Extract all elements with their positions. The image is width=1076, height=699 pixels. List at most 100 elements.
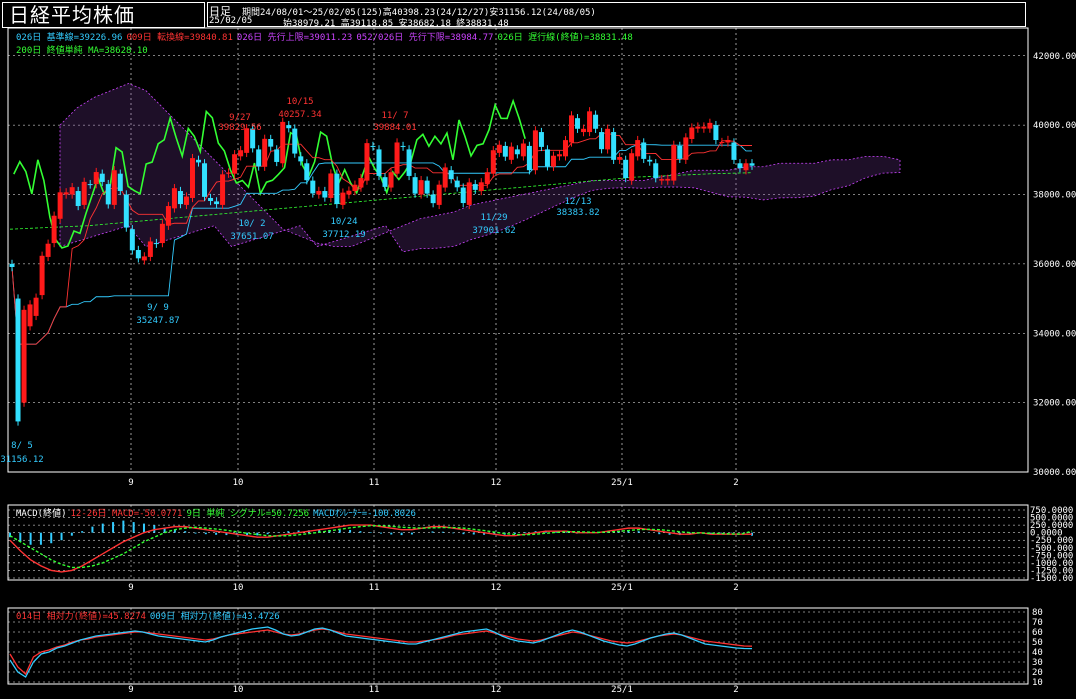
candle-body [117,173,123,191]
rsi-tick-label: 60 [1032,628,1043,638]
rsi-tick-label: 20 [1032,668,1043,678]
candle-body [659,179,665,181]
candle-body [653,163,659,179]
annotation-date: 9/27 [229,113,251,123]
candle-body [21,309,27,403]
candle-body [605,128,611,150]
annotation-date: 11/29 [480,213,507,223]
candle-body [599,132,605,150]
candle-body [165,206,171,226]
candle-body [376,149,382,176]
price-tick-label: 30000.00 [1033,468,1076,478]
candle-body [502,145,508,157]
month-label: 10 [233,685,244,695]
candle-body [406,149,412,176]
candle-body [394,142,400,174]
candle-body [322,191,328,198]
candle-body [214,201,220,205]
candle-body [286,125,292,129]
candle-body [147,241,153,257]
candle-body [111,170,117,205]
candle-body [208,197,214,201]
candle-body [671,144,677,181]
candle-body [153,243,159,245]
rsi9-line [9,626,753,678]
candle-body [448,170,454,180]
candle-body [177,191,183,205]
candle-body [274,149,280,162]
candle-body [196,159,202,163]
candle-body [57,192,63,219]
candle-body [430,194,436,204]
candle-body [220,174,226,205]
candle-body [647,159,653,162]
candle-body [442,167,448,188]
candle-body [725,139,731,143]
rsi-tick-label: 10 [1032,678,1043,688]
annotation-date: 9/ 9 [147,303,169,313]
macd-panel [7,504,1029,581]
annotation-date: 10/24 [330,217,357,227]
annotation-date: 12/13 [564,197,591,207]
candle-body [466,182,472,205]
rsi-tick-label: 30 [1032,658,1043,668]
annotation-value: 31156.12 [0,455,43,465]
month-label: 25/1 [611,583,633,593]
candle-body [268,139,274,147]
candle-body [478,182,484,192]
candle-body [683,137,689,160]
candle-body [304,163,310,181]
candle-body [183,196,189,205]
annotation-date: 11/ 7 [381,111,408,121]
macd-signal-line [9,525,753,569]
candle-body [340,192,346,205]
price-tick-label: 34000.00 [1033,329,1076,339]
candle-body [141,256,147,261]
candle-body [665,178,671,181]
month-label: 12 [491,478,502,488]
candle-body [562,140,568,157]
candle-body [701,126,707,129]
candle-body [352,184,358,192]
candle-body [87,184,93,186]
candle-body [424,180,430,194]
candle-body [382,177,388,187]
annotation-date: 8/ 5 [11,441,33,451]
candle-body [508,146,514,160]
annotation-value: 40257.34 [278,110,321,120]
candle-body [611,132,617,160]
candle-body [364,143,370,181]
month-label: 10 [233,478,244,488]
rsi-tick-label: 50 [1032,638,1043,648]
candle-body [27,304,33,327]
month-label: 12 [491,685,502,695]
candle-body [641,142,647,159]
month-label: 11 [369,685,380,695]
candle-body [232,154,238,174]
candle-body [629,153,635,181]
candle-body [677,145,683,159]
candle-body [33,297,39,316]
rsi14-line [9,628,753,676]
candle-body [400,145,406,147]
candle-body [587,111,593,133]
candle-body [707,122,713,129]
candle-body [123,194,129,228]
candle-body [460,187,466,204]
candle-body [298,156,304,162]
chart-canvas: 42000.00 40000.00 38000.00 36000.00 34000.00… [0,27,1076,695]
annotation-value: 37901.62 [472,226,515,236]
annotation-value: 35247.87 [136,316,179,326]
candle-body [280,121,286,164]
candle-body [256,149,262,167]
candle-body [69,187,75,195]
candle-body [45,243,51,257]
candle-body [490,150,496,174]
candle-body [496,144,502,153]
candle-body [9,263,15,267]
month-label: 25/1 [611,685,633,695]
candle-body [370,145,376,147]
candle-body [544,149,550,167]
candle-body [15,298,21,422]
rsi-tick-label: 80 [1032,608,1043,618]
